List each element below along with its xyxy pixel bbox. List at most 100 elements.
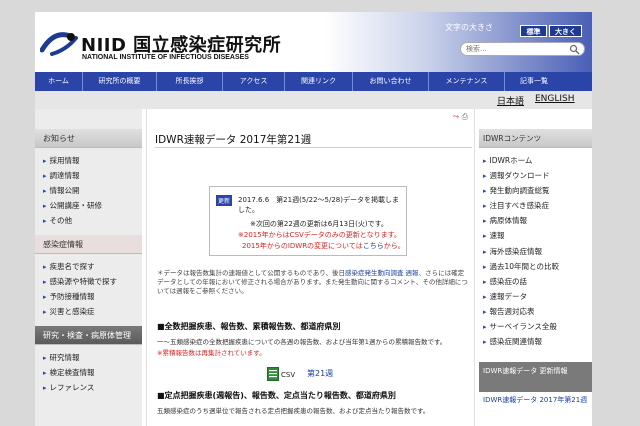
sidebar-item-label: 公開講座・研修 xyxy=(49,201,103,210)
sidebar-item-disclosure[interactable]: ▸ 情報公開 xyxy=(43,183,142,198)
idwr-item-label: 週報ダウンロード xyxy=(489,171,550,181)
bullet-icon: ▸ xyxy=(483,157,487,165)
nav-item-access[interactable]: アクセス xyxy=(223,72,285,91)
idwr-item-flash[interactable]: ▸ 速報 xyxy=(483,228,592,243)
title-divider xyxy=(155,147,472,148)
nav-item-article-list[interactable]: 記事一覧 xyxy=(505,72,563,91)
idwr-change-link[interactable]: こちら xyxy=(363,242,384,250)
idwr-item-pathogen[interactable]: ▸ 病原体情報 xyxy=(483,213,592,228)
idwr-item-flash-data[interactable]: ▸ 速報データ xyxy=(483,289,592,304)
nav-item-home[interactable]: ホーム xyxy=(35,72,83,91)
idwr-item-label: 速報データ xyxy=(489,291,528,301)
sidebar-item-testing[interactable]: ▸ 検定検査情報 xyxy=(43,365,142,380)
idwr-item-label: 感染症の話 xyxy=(489,276,528,286)
text-size-large-button[interactable]: 大きく xyxy=(549,25,582,37)
idwr-item-label: 発生動向調査総覧 xyxy=(489,186,550,196)
bullet-icon: ▸ xyxy=(483,247,487,256)
sidebar-item-vaccination[interactable]: ▸ 予防接種情報 xyxy=(43,289,142,304)
bullet-icon: ▸ xyxy=(483,202,487,211)
sidebar-item-recruitment[interactable]: ▸ 採用情報 xyxy=(43,153,142,168)
csv-only-notice: ※2015年からはCSVデータのみの更新となります。 xyxy=(238,231,401,239)
page: NIID 国立感染症研究所 NATIONAL INSTITUTE OF INFE… xyxy=(35,12,592,426)
sidebar-item-reference[interactable]: ▸ レファレンス xyxy=(43,380,142,395)
idwr-item-surveillance[interactable]: ▸ サーベイランス全般 xyxy=(483,319,592,334)
disclaimer-text-1: ＊データは報告数集計の速報値として公開するものであり、後日 xyxy=(157,269,345,277)
main-nav: ホーム 研究所の概要 所長挨拶 アクセス 関連リンク お問い合わせ メンテナンス… xyxy=(35,72,592,91)
text-size-normal-button[interactable]: 標準 xyxy=(520,25,547,37)
main-content: ⤳ ⎙ IDWR速報データ 2017年第21週 更新 2017.6.6 第21週… xyxy=(146,109,475,426)
sidebar-item-label: 疾患名で探す xyxy=(49,262,95,271)
csv-file-icon[interactable] xyxy=(267,367,279,381)
sidebar-item-label: 調達情報 xyxy=(49,171,80,180)
sidebar-item-by-disease[interactable]: ▸ 疾患名で探す xyxy=(43,259,142,274)
bullet-icon: ▸ xyxy=(483,307,487,316)
idwr-item-related[interactable]: ▸ 感染症関連情報 xyxy=(483,334,592,349)
niid-logo-icon[interactable] xyxy=(40,30,80,56)
section-text-full-count: 一〜五類感染症の全数把握疾患についての各週の報告数、および当年第1週からの累積報… xyxy=(157,338,447,346)
next-update-text: ※次回の第22週の更新は6月13日(火)です。 xyxy=(250,220,388,228)
csv-week-link[interactable]: 第21週 xyxy=(307,368,333,379)
update-text: 2017.6.6 第21週(5/22〜5/28)データを掲載しました。 xyxy=(238,196,399,214)
data-disclaimer: ＊データは報告数集計の速報値として公開するものであり、後日感染症発生動向調査 週… xyxy=(157,269,469,296)
left-sidebar: お知らせ ▸ 採用情報 ▸ 調達情報 ▸ 情報公開 ▸ 公開講座・研修 ▸ その他 感染症… xyxy=(35,109,142,426)
bullet-icon: ▸ xyxy=(43,217,47,225)
sidebar-item-label: 情報公開 xyxy=(49,186,80,195)
idwr-item-label: 注目すべき感染症 xyxy=(489,201,549,211)
idwr-item-notable[interactable]: ▸ 注目すべき感染症 xyxy=(483,198,592,213)
bullet-icon: ▸ xyxy=(483,172,487,181)
idwr-item-label: 病原体情報 xyxy=(489,216,528,226)
site-header: NIID 国立感染症研究所 NATIONAL INSTITUTE OF INFE… xyxy=(35,12,592,72)
weekly-report-link[interactable]: 感染症発生動向調査 週報 xyxy=(345,269,419,277)
sidebar-item-other[interactable]: ▸ その他 xyxy=(43,213,142,228)
idwr-item-home[interactable]: ▸ IDWRホーム xyxy=(483,153,592,168)
nav-item-related-links[interactable]: 関連リンク xyxy=(285,72,353,91)
idwr-item-overseas[interactable]: ▸ 海外感染症情報 xyxy=(483,244,592,259)
idwr-change-suffix: から。 xyxy=(383,242,405,250)
idwr-item-label: 過去10年間との比較 xyxy=(489,261,559,271)
nav-item-director-greeting[interactable]: 所長挨拶 xyxy=(157,72,223,91)
search-input[interactable] xyxy=(466,43,566,55)
idwr-item-stories[interactable]: ▸ 感染症の話 xyxy=(483,274,592,289)
updates-heading: IDWR速報データ 更新情報 xyxy=(479,362,592,392)
nav-item-maintenance[interactable]: メンテナンス xyxy=(429,72,505,91)
sidebar-item-research-info[interactable]: ▸ 研究情報 xyxy=(43,350,142,365)
search-icon[interactable] xyxy=(569,44,580,55)
nav-item-contact[interactable]: お問い合わせ xyxy=(353,72,429,91)
sidebar-item-label: 採用情報 xyxy=(49,156,80,165)
pdf-icon[interactable]: ⤳ xyxy=(453,112,459,121)
sidebar-item-disaster[interactable]: ▸ 災害と感染症 xyxy=(43,304,142,319)
language-japanese-link[interactable]: 日本語 xyxy=(497,94,524,107)
idwr-item-10year-compare[interactable]: ▸ 過去10年間との比較 xyxy=(483,259,592,274)
idwr-change-prefix: 2015年からのIDWRの変更については xyxy=(242,242,363,250)
sidebar-item-procurement[interactable]: ▸ 調達情報 xyxy=(43,168,142,183)
section-text-sentinel: 五類感染症のうち週単位で報告される定点把握疾患の報告数、および定点当たり報告数で… xyxy=(157,407,430,415)
nav-item-about[interactable]: 研究所の概要 xyxy=(83,72,157,91)
idwr-contents-heading: IDWRコンテンツ xyxy=(479,129,592,148)
idwr-item-label: IDWRホーム xyxy=(489,156,533,165)
bullet-icon: ▸ xyxy=(483,338,487,347)
page-title: IDWR速報データ 2017年第21週 xyxy=(155,134,312,146)
bullet-icon: ▸ xyxy=(43,369,47,377)
idwr-item-survey-overview[interactable]: ▸ 発生動向調査総覧 xyxy=(483,183,592,198)
bullet-icon: ▸ xyxy=(483,217,487,226)
section-red-note: ※累積報告数は再集計されています。 xyxy=(157,349,266,357)
bullet-icon: ▸ xyxy=(43,202,47,210)
latest-update-link[interactable]: IDWR速報データ 2017年第21週 xyxy=(483,396,588,405)
idwr-item-label: 報告週対応表 xyxy=(489,306,535,316)
bullet-icon: ▸ xyxy=(43,187,47,195)
bullet-icon: ▸ xyxy=(483,232,487,241)
idwr-item-week-table[interactable]: ▸ 報告週対応表 xyxy=(483,304,592,319)
sidebar-item-label: 検定検査情報 xyxy=(49,368,95,377)
bullet-icon: ▸ xyxy=(43,263,47,271)
print-icon[interactable]: ⎙ xyxy=(462,112,468,121)
bullet-icon: ▸ xyxy=(483,323,487,332)
sidebar-item-label: レファレンス xyxy=(49,383,95,392)
sidebar-item-by-source[interactable]: ▸ 感染源や特徴で探す xyxy=(43,274,142,289)
language-english-link[interactable]: ENGLISH xyxy=(535,94,575,104)
bullet-icon: ▸ xyxy=(43,157,47,165)
section-title-sentinel: ■定点把握疾患(週報告)、報告数、定点当たり報告数、都道府県別 xyxy=(157,391,396,400)
bullet-icon: ▸ xyxy=(483,262,487,271)
idwr-item-weekly-download[interactable]: ▸ 週報ダウンロード xyxy=(483,168,592,183)
sidebar-item-lectures[interactable]: ▸ 公開講座・研修 xyxy=(43,198,142,213)
language-bar: 日本語 ENGLISH xyxy=(35,91,592,109)
